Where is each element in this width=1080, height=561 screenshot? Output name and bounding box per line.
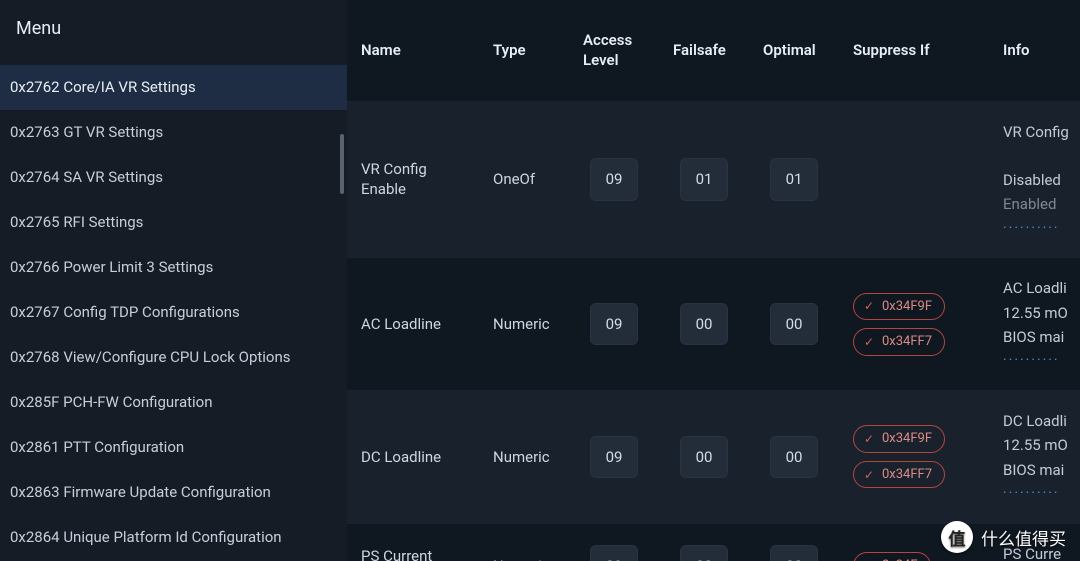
sidebar-item[interactable]: 0x2861 PTT Configuration [0, 425, 347, 470]
sidebar-scrollbar[interactable] [340, 134, 344, 194]
access-input[interactable]: 09 [590, 303, 638, 345]
cell-optimal: 00 [749, 391, 839, 523]
col-header-optimal: Optimal [749, 0, 839, 101]
failsafe-input[interactable]: 01 [680, 158, 728, 200]
cell-suppress: ✓ 0x34F9F ✓ 0x34FF7 [839, 258, 989, 390]
access-input[interactable]: 09 [590, 545, 638, 561]
check-icon: ✓ [862, 299, 876, 313]
sidebar-item[interactable]: 0x2763 GT VR Settings [0, 110, 347, 155]
failsafe-input[interactable]: 00 [680, 545, 728, 561]
col-header-name: Name [347, 0, 479, 101]
cell-name: VR Config Enable [347, 102, 479, 258]
info-line: BIOS mai [1003, 460, 1064, 480]
cell-suppress: ✓ 0x34F9F ✓ 0x34FF7 [839, 391, 989, 523]
cell-name: AC Loadline [347, 258, 479, 390]
access-input[interactable]: 09 [590, 436, 638, 478]
cell-failsafe: 00 [659, 391, 749, 523]
info-line: VR Config [1003, 122, 1069, 142]
info-expand[interactable]: ·········· [1003, 484, 1060, 503]
sidebar-item[interactable]: 0x2766 Power Limit 3 Settings [0, 245, 347, 290]
check-icon: ✓ [862, 335, 876, 349]
suppress-chip[interactable]: ✓ 0x34F9F [853, 425, 945, 453]
suppress-chip-label: 0x34F9F [882, 298, 932, 316]
sidebar-item[interactable]: 0x2762 Core/IA VR Settings [0, 65, 347, 110]
info-line [1003, 146, 1007, 166]
sidebar: Menu 0x2762 Core/IA VR Settings0x2763 GT… [0, 0, 347, 561]
cell-failsafe: 01 [659, 102, 749, 258]
watermark: 值 什么值得买 [941, 521, 1066, 553]
col-header-type: Type [479, 0, 569, 101]
suppress-chip-label: 0x34FF7 [882, 333, 932, 351]
sidebar-item[interactable]: 0x2864 Unique Platform Id Configuration [0, 515, 347, 560]
watermark-badge-icon: 值 [941, 521, 973, 553]
sidebar-item[interactable]: 0x2767 Config TDP Configurations [0, 290, 347, 335]
info-line: BIOS mai [1003, 327, 1064, 347]
failsafe-input[interactable]: 00 [680, 436, 728, 478]
cell-access: 09 [569, 258, 659, 390]
cell-optimal: 01 [749, 102, 839, 258]
col-header-failsafe: Failsafe [659, 0, 749, 101]
sidebar-item[interactable]: 0x285F PCH-FW Configuration [0, 380, 347, 425]
cell-optimal: 00 [749, 258, 839, 390]
cell-failsafe: 00 [659, 258, 749, 390]
cell-type: Numeric [479, 391, 569, 523]
cell-name: PS Current Threshold1 [347, 524, 479, 561]
sidebar-title: Menu [0, 0, 347, 65]
check-icon: ✓ [862, 432, 876, 446]
suppress-chip[interactable]: ✓ 0x34F9F [853, 293, 945, 321]
cell-info: DC Loadli 12.55 mO BIOS mai ·········· [989, 391, 1080, 523]
info-line: 12.55 mO [1003, 435, 1068, 455]
suppress-chip-label: 0x34F [882, 557, 918, 561]
sidebar-item[interactable]: 0x2765 RFI Settings [0, 200, 347, 245]
cell-info: AC Loadli 12.55 mO BIOS mai ·········· [989, 258, 1080, 390]
cell-type: Numeric [479, 524, 569, 561]
info-line: Enabled [1003, 194, 1056, 214]
optimal-input[interactable]: 00 [770, 303, 818, 345]
col-header-access: Access Level [569, 0, 659, 101]
check-icon: ✓ [862, 468, 876, 482]
sidebar-item[interactable]: 0x2768 View/Configure CPU Lock Options [0, 335, 347, 380]
suppress-chip[interactable]: ✓ 0x34FF7 [853, 328, 945, 356]
sidebar-item[interactable]: 0x2764 SA VR Settings [0, 155, 347, 200]
main-panel: Name Type Access Level Failsafe Optimal … [347, 0, 1080, 561]
col-header-info: Info [989, 0, 1080, 101]
cell-type: OneOf [479, 102, 569, 258]
info-expand[interactable]: ·········· [1003, 219, 1060, 238]
info-line: 12.55 mO [1003, 303, 1068, 323]
suppress-chip[interactable]: ✓0x34F [853, 552, 931, 561]
col-header-suppress: Suppress If [839, 0, 989, 101]
optimal-input[interactable]: 00 [770, 436, 818, 478]
sidebar-item[interactable]: 0x2863 Firmware Update Configuration [0, 470, 347, 515]
cell-name: DC Loadline [347, 391, 479, 523]
menu-list: 0x2762 Core/IA VR Settings0x2763 GT VR S… [0, 65, 347, 560]
info-line: AC Loadli [1003, 278, 1067, 298]
cell-access: 09 [569, 102, 659, 258]
suppress-chip[interactable]: ✓ 0x34FF7 [853, 461, 945, 489]
cell-access: 09 [569, 524, 659, 561]
table-header-row: Name Type Access Level Failsafe Optimal … [347, 0, 1080, 102]
table-row: DC LoadlineNumeric 09 00 00 ✓ 0x34F9F ✓ 0x34FF7… [347, 391, 1080, 524]
cell-type: Numeric [479, 258, 569, 390]
suppress-chip-label: 0x34FF7 [882, 466, 932, 484]
table-row: AC LoadlineNumeric 09 00 00 ✓ 0x34F9F ✓ 0x34FF7… [347, 258, 1080, 391]
info-line: Disabled [1003, 170, 1061, 190]
optimal-input[interactable]: 01 [770, 158, 818, 200]
optimal-input[interactable]: 00 [770, 545, 818, 561]
failsafe-input[interactable]: 00 [680, 303, 728, 345]
cell-optimal: 00 [749, 524, 839, 561]
cell-access: 09 [569, 391, 659, 523]
table-row: VR Config EnableOneOf 09 01 01 VR Config Dis… [347, 102, 1080, 259]
watermark-text: 什么值得买 [981, 525, 1066, 550]
cell-failsafe: 00 [659, 524, 749, 561]
cell-suppress [839, 102, 989, 258]
access-input[interactable]: 09 [590, 158, 638, 200]
settings-table: Name Type Access Level Failsafe Optimal … [347, 0, 1080, 561]
suppress-chip-label: 0x34F9F [882, 430, 932, 448]
info-expand[interactable]: ·········· [1003, 351, 1060, 370]
cell-info: VR Config Disabled Enabled ·········· [989, 102, 1080, 258]
info-line: DC Loadli [1003, 411, 1067, 431]
